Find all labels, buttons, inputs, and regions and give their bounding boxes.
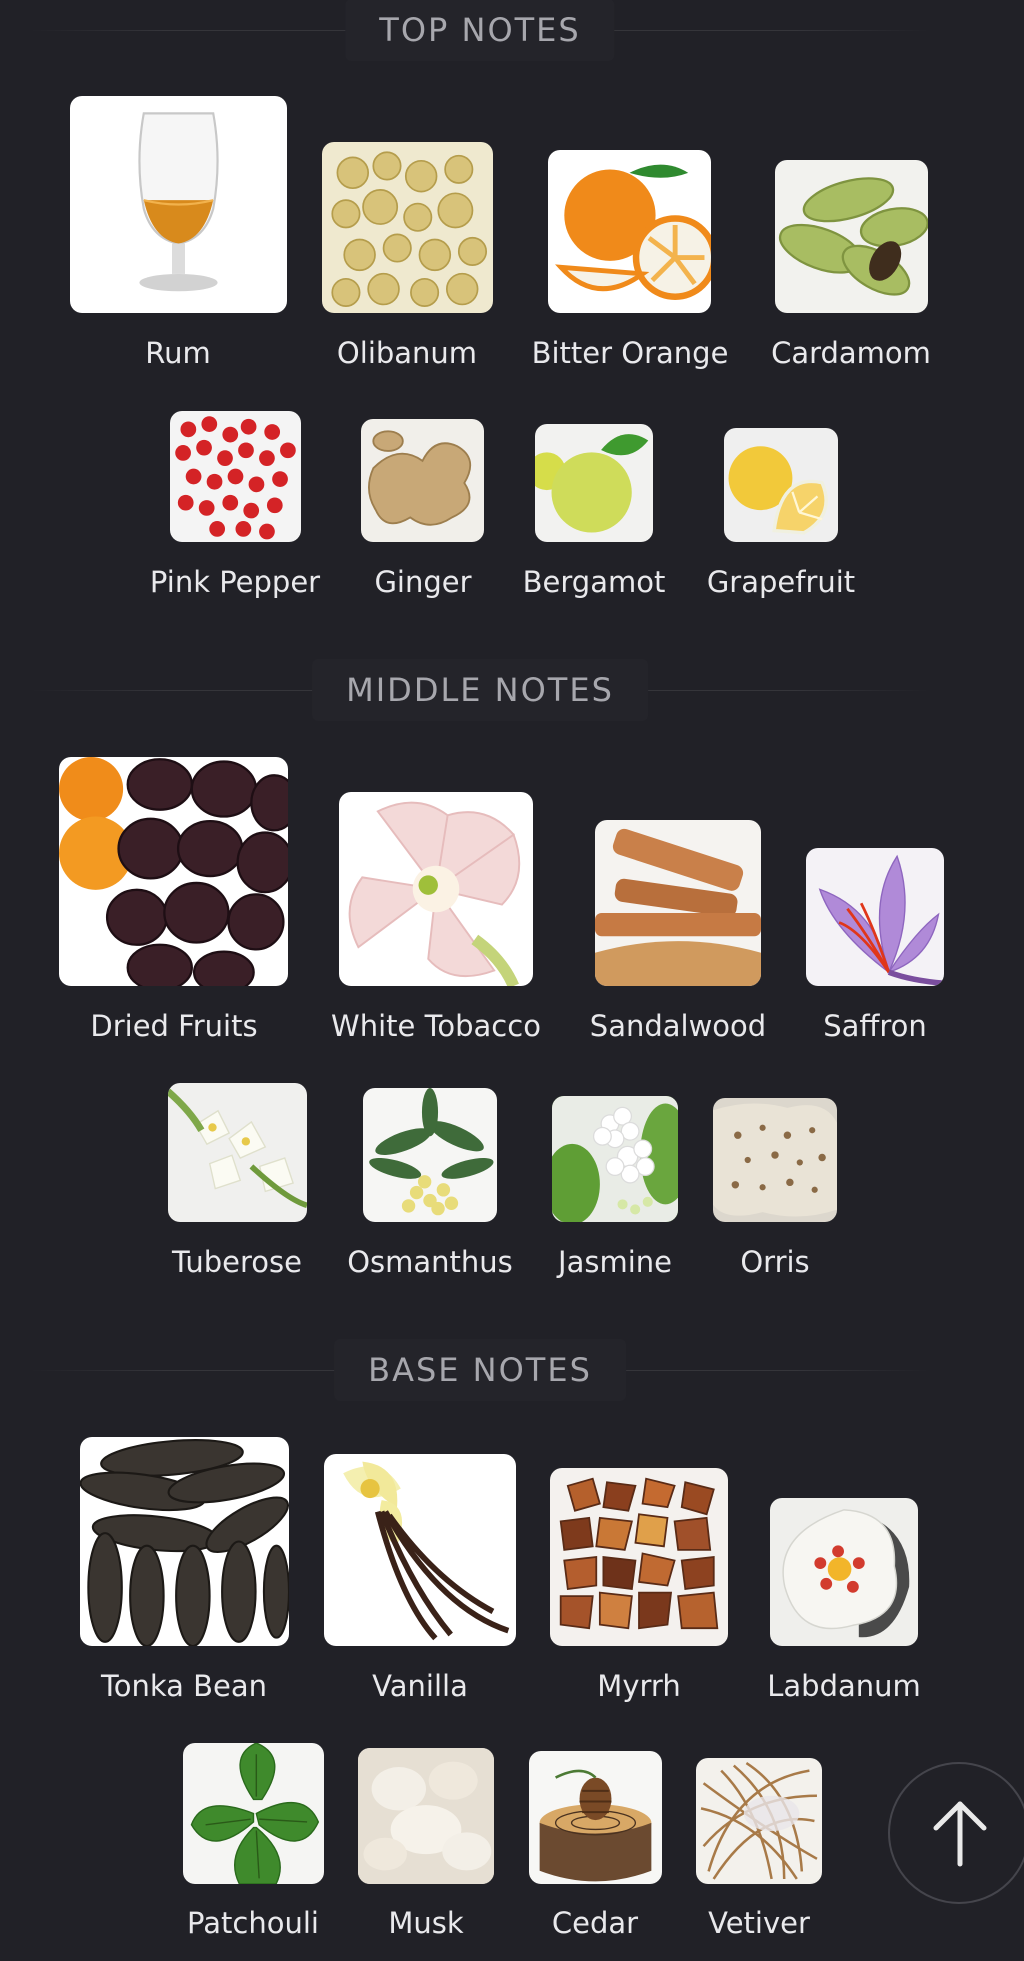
rum-glass-image [70, 96, 287, 313]
bitter-orange-image [548, 150, 711, 313]
tonka-bean-image [80, 1437, 289, 1646]
dried-fruits-image [59, 757, 288, 986]
musk-image [358, 1748, 494, 1884]
cedar-image [529, 1751, 662, 1884]
note-label: Tuberose [172, 1245, 302, 1279]
note-label: Vanilla [372, 1669, 468, 1703]
section-title: MIDDLE NOTES [312, 659, 648, 721]
note-label: Cedar [551, 1906, 639, 1940]
note-label: Sandalwood [589, 1009, 767, 1043]
note-label: Musk [388, 1906, 464, 1940]
note-label: Cardamom [771, 336, 931, 370]
patchouli-leaves-image [183, 1743, 324, 1884]
saffron-flower-image [806, 848, 944, 986]
grapefruit-image [724, 428, 838, 542]
osmanthus-image [363, 1088, 497, 1222]
note-label: Rum [145, 336, 211, 370]
base-notes-header: BASE NOTES [30, 1339, 930, 1401]
note-label: Bitter Orange [531, 336, 729, 370]
ginger-root-image [361, 419, 484, 542]
olibanum-resin-image [322, 142, 493, 313]
scroll-to-top-button[interactable] [888, 1762, 1024, 1904]
note-label: Bergamot [522, 565, 666, 599]
note-label: Grapefruit [706, 565, 856, 599]
note-label: Patchouli [187, 1906, 319, 1940]
fragrance-notes-page: TOP NOTES Rum Olibanum Bitter Orange Car… [0, 0, 1024, 1961]
note-label: Vetiver [708, 1906, 810, 1940]
tuberose-flower-image [168, 1083, 307, 1222]
note-label: Dried Fruits [90, 1009, 258, 1043]
myrrh-resin-image [550, 1468, 728, 1646]
note-label: Jasmine [558, 1245, 672, 1279]
note-label: Saffron [823, 1009, 927, 1043]
bergamot-image [535, 424, 653, 542]
note-label: Tonka Bean [100, 1669, 268, 1703]
note-label: Orris [740, 1245, 810, 1279]
jasmine-flower-image [552, 1096, 678, 1222]
sandalwood-image [595, 820, 761, 986]
top-notes-header: TOP NOTES [30, 0, 930, 61]
white-tobacco-flower-image [339, 792, 533, 986]
note-label: Olibanum [336, 336, 478, 370]
labdanum-flower-image [770, 1498, 918, 1646]
vetiver-roots-image [696, 1758, 822, 1884]
middle-notes-header: MIDDLE NOTES [30, 659, 930, 721]
note-label: Ginger [374, 565, 472, 599]
vanilla-image [324, 1454, 516, 1646]
section-title: TOP NOTES [345, 0, 615, 61]
note-label: White Tobacco [331, 1009, 541, 1043]
note-label: Labdanum [767, 1669, 921, 1703]
cardamom-image [775, 160, 928, 313]
note-label: Myrrh [597, 1669, 681, 1703]
section-title: BASE NOTES [334, 1339, 626, 1401]
pink-pepper-image [170, 411, 301, 542]
arrow-up-icon [933, 1801, 987, 1867]
note-label: Osmanthus [347, 1245, 513, 1279]
orris-root-image [713, 1098, 837, 1222]
note-label: Pink Pepper [149, 565, 321, 599]
